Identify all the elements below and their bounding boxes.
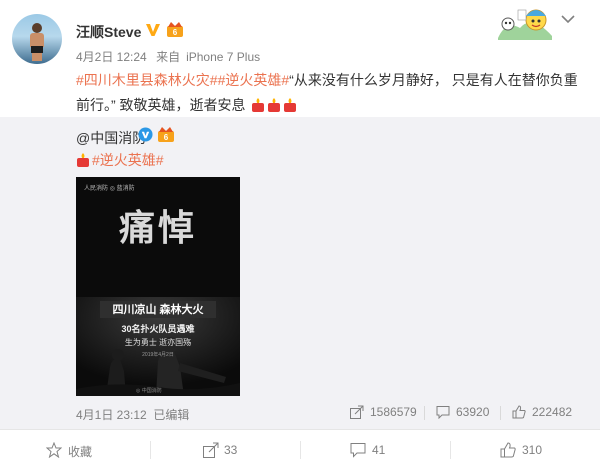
avatar-figure — [30, 23, 44, 61]
candle-icon — [77, 153, 89, 167]
edited-label[interactable]: 已编辑 — [153, 408, 189, 422]
share-icon — [350, 405, 364, 419]
repost-timestamp[interactable]: 4月1日 23:12 — [76, 408, 147, 422]
favorite-label: 收藏 — [68, 445, 93, 459]
divider — [424, 406, 425, 420]
memorial-poster-image[interactable]: 人民消防 ◎ 蓝消防 痛悼 四川凉山 森林大火 30名扑火队员遇难 生为勇士 逝… — [76, 177, 240, 396]
like-button[interactable]: 310 — [450, 430, 598, 470]
verified-v-icon — [146, 24, 160, 36]
vip-crown-icon[interactable]: 6 — [156, 126, 176, 144]
author-avatar[interactable] — [12, 14, 62, 64]
thumbs-up-icon — [500, 442, 516, 458]
repost-time: 4月1日 23:12 已编辑 — [76, 406, 189, 423]
candle-icon — [268, 98, 281, 112]
poster-logos: 人民消防 ◎ 蓝消防 — [84, 186, 135, 192]
thumbs-up-icon — [512, 405, 526, 419]
comment-count: 63920 — [456, 405, 490, 419]
comment-icon — [350, 443, 366, 458]
author-name[interactable]: 汪顺Steve — [76, 22, 141, 42]
post-meta: 4月2日 12:24 来自 iPhone 7 Plus — [76, 48, 266, 65]
like-count: 310 — [522, 443, 543, 457]
hashtag-link[interactable]: #逆火英雄# — [218, 72, 290, 88]
post-source[interactable]: iPhone 7 Plus — [186, 50, 260, 64]
like-count: 222482 — [532, 405, 573, 419]
comment-button[interactable]: 41 — [300, 430, 448, 470]
repost-text: #逆火英雄# — [76, 150, 164, 170]
share-count: 1586579 — [370, 405, 417, 419]
comment-icon — [436, 406, 450, 419]
poster-watermark: ◎ 中国消防 — [136, 388, 162, 394]
share-icon — [203, 442, 219, 458]
poster-line-2: 30名扑火队员遇难 — [121, 324, 195, 334]
comment-count: 41 — [372, 443, 386, 457]
source-prefix: 来自 — [156, 50, 181, 64]
cartoon-sticker-icon[interactable] — [496, 6, 554, 40]
vip-crown-icon[interactable]: 6 — [165, 21, 185, 39]
hashtag-link[interactable]: #四川木里县森林火灾# — [76, 72, 218, 88]
poster-line-3: 生为勇士 逝亦国殇 — [124, 338, 192, 347]
favorite-button[interactable]: 收藏 — [0, 430, 148, 470]
verified-v-icon — [138, 127, 153, 142]
weibo-post-card: 汪顺Steve 6 4月2日 12:24 来自 iPhone 7 Plus #四川… — [0, 0, 600, 474]
divider — [500, 406, 501, 420]
poster-headline: 痛悼 — [118, 207, 197, 249]
hashtag-link[interactable]: #逆火英雄# — [92, 152, 164, 168]
reposted-content: @中国消防 6 #逆火英雄# 人民消防 ◎ 蓝消防 痛悼 四川凉山 森林大火 3… — [0, 117, 600, 429]
repost-button[interactable]: 33 — [150, 430, 298, 470]
star-icon — [46, 442, 62, 458]
svg-text:6: 6 — [164, 133, 169, 142]
candle-icon — [252, 98, 265, 112]
candle-icon — [284, 98, 297, 112]
post-time[interactable]: 4月2日 12:24 — [76, 50, 147, 64]
repost-count: 33 — [224, 443, 238, 457]
repost-author[interactable]: @中国消防 — [76, 128, 146, 148]
poster-line-1: 四川凉山 森林大火 — [112, 304, 204, 316]
chevron-down-icon[interactable] — [561, 14, 575, 24]
post-text: #四川木里县森林火灾##逆火英雄#“从来没有什么岁月静好， 只是有人在替你负重前… — [76, 68, 586, 118]
poster-date: 2019年4月2日 — [142, 352, 174, 358]
svg-text:6: 6 — [173, 28, 178, 37]
